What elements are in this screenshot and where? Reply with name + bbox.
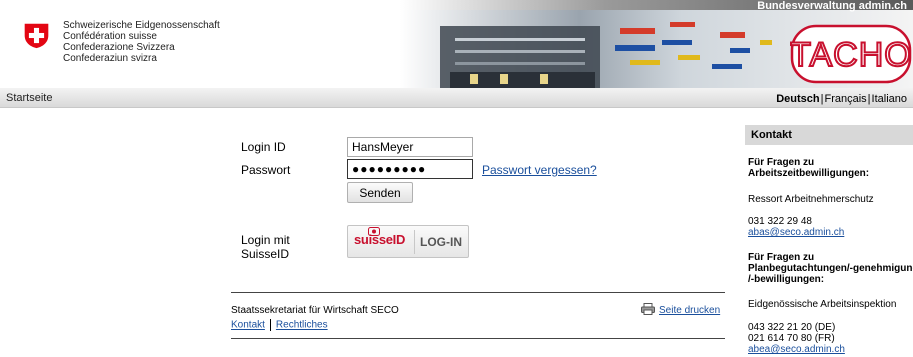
- contact-q2-line2: Planbegutachtungen/-genehmigungen: [748, 263, 913, 274]
- suisseid-login-label: LOG-IN: [420, 235, 462, 249]
- suisseid-label-line1: Login mit: [241, 233, 290, 247]
- suisseid-label-line2: SuisseID: [241, 247, 290, 261]
- page-header: Schweizerische Eidgenossenschaft Confédé…: [0, 0, 913, 88]
- confederation-name: Schweizerische Eidgenossenschaft Confédé…: [63, 20, 220, 64]
- confed-fr: Confédération suisse: [63, 31, 157, 42]
- contact-q1-email-link[interactable]: abas@seco.admin.ch: [748, 227, 844, 238]
- login-id-input[interactable]: [347, 137, 473, 157]
- contact-box-title: Kontakt: [745, 125, 913, 145]
- send-button[interactable]: Senden: [347, 182, 413, 203]
- contact-q2-line3: /-bewilligungen:: [748, 274, 825, 285]
- printer-icon: [641, 303, 655, 315]
- footer-bottom-divider: [231, 338, 725, 339]
- language-switcher: Deutsch|Français|Italiano: [776, 93, 907, 105]
- lang-de[interactable]: Deutsch: [776, 93, 819, 105]
- banner-image: TACHO: [400, 0, 913, 88]
- tacho-logo: TACHO: [790, 36, 911, 74]
- nav-bar: Startseite Deutsch|Français|Italiano: [0, 88, 913, 108]
- login-id-label: Login ID: [241, 140, 286, 154]
- suisseid-divider: [414, 230, 415, 254]
- footer-contact-link[interactable]: Kontakt: [231, 320, 265, 331]
- password-label: Passwort: [241, 163, 291, 177]
- suisseid-label: Login mit SuisseID: [241, 233, 290, 261]
- password-input[interactable]: [347, 159, 473, 179]
- forgot-password-link[interactable]: Passwort vergessen?: [482, 163, 597, 177]
- contact-q2-org: Eidgenössische Arbeitsinspektion: [748, 299, 897, 310]
- lang-it[interactable]: Italiano: [872, 93, 907, 105]
- contact-q2-email-link[interactable]: abea@seco.admin.ch: [748, 344, 845, 355]
- nav-home-link[interactable]: Startseite: [6, 92, 52, 104]
- lang-fr[interactable]: Français: [824, 93, 866, 105]
- suisseid-logo: suisseID: [354, 232, 406, 247]
- footer-separator: [269, 319, 271, 331]
- suisseid-login-button[interactable]: suisseID LOG-IN: [347, 225, 469, 258]
- banner-title[interactable]: Bundesverwaltung admin.ch: [757, 0, 907, 12]
- contact-q1-org: Ressort Arbeitnehmerschutz: [748, 194, 874, 205]
- confed-it: Confederazione Svizzera: [63, 42, 175, 53]
- print-page[interactable]: Seite drucken: [641, 303, 720, 316]
- contact-q2-line1: Für Fragen zu: [748, 252, 815, 263]
- contact-q1-line1: Für Fragen zu: [748, 157, 815, 168]
- contact-q2-phone-de: 043 322 21 20 (DE): [748, 322, 836, 333]
- contact-q1-line2: Arbeitszeitbewilligungen:: [748, 168, 870, 179]
- footer-organization: Staatssekretariat für Wirtschaft SECO: [231, 305, 399, 316]
- footer-legal-link[interactable]: Rechtliches: [276, 320, 328, 331]
- header-banner: TACHO Bundesverwaltung admin.ch: [400, 0, 913, 88]
- print-page-link[interactable]: Seite drucken: [659, 305, 720, 316]
- confed-rm: Confederaziun svizra: [63, 53, 157, 64]
- footer-top-divider: [231, 292, 725, 293]
- confed-de: Schweizerische Eidgenossenschaft: [63, 20, 220, 31]
- swiss-flag-icon: [24, 23, 49, 49]
- footer-links: Kontakt Rechtliches: [231, 319, 328, 331]
- contact-q2-phone-fr: 021 614 70 80 (FR): [748, 333, 835, 344]
- contact-q1-phone: 031 322 29 48: [748, 216, 812, 227]
